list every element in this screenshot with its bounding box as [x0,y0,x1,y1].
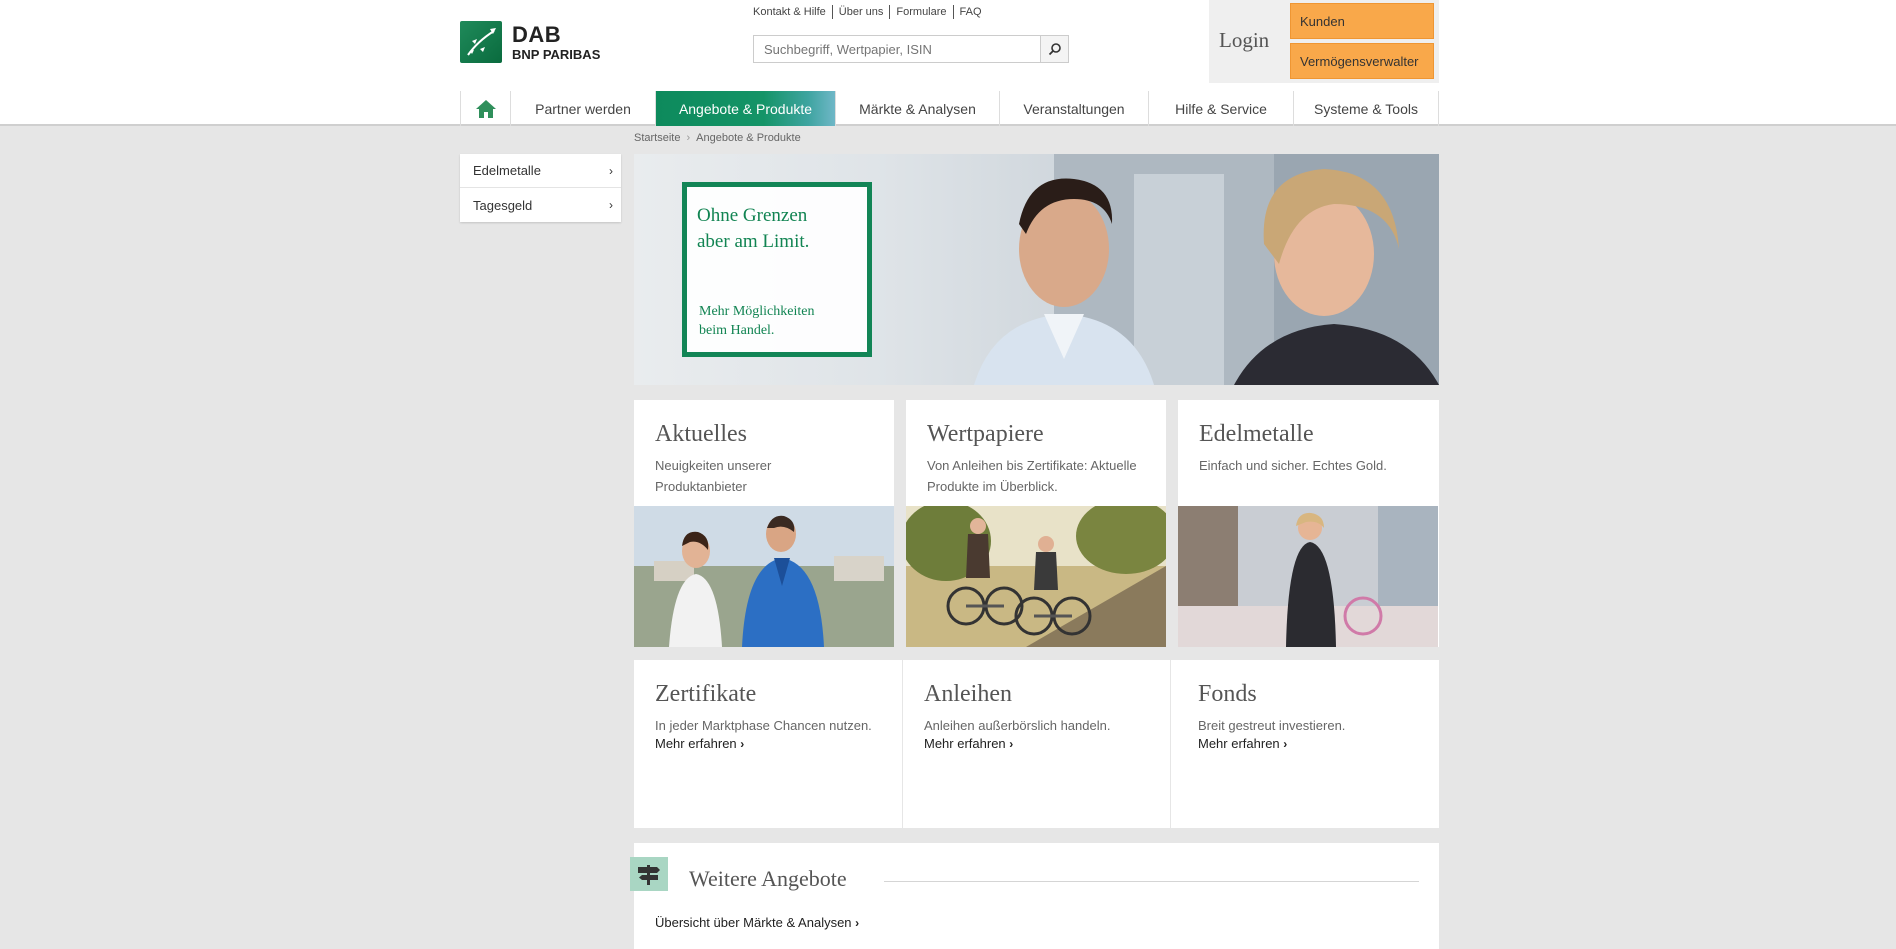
tile-title: Edelmetalle [1199,421,1314,447]
chevron-right-icon: › [609,163,613,178]
tile-zertifikate[interactable]: Zertifikate In jeder Marktphase Chancen … [634,660,902,828]
breadcrumb-startseite[interactable]: Startseite [634,132,680,144]
toplink-formulare[interactable]: Formulare [896,6,946,18]
tile-description: Von Anleihen bis Zertifikate: Aktuelle P… [927,458,1137,494]
nav-home[interactable] [461,91,511,126]
divider [889,5,891,19]
tile-description: Breit gestreut investieren. [1198,718,1346,733]
hero-subtext-line: beim Handel. [699,323,775,338]
login-vermoegensverwalter-button[interactable]: Vermögensverwalter [1290,43,1434,79]
chevron-right-icon: › [686,132,691,144]
search-button[interactable] [1040,36,1068,62]
bnp-stars-icon [460,21,502,63]
home-icon [475,99,496,118]
hero-message-card: Ohne Grenzen aber am Limit. Mehr Möglich… [682,182,872,357]
hero-heading-line: aber am Limit. [697,231,810,252]
sidebar-item-tagesgeld[interactable]: Tagesgeld › [460,188,621,222]
nav-maerkte-analysen[interactable]: Märkte & Analysen [836,91,1000,126]
uebersicht-maerkte-link[interactable]: Übersicht über Märkte & Analysen › [655,915,859,930]
signpost-icon [630,857,668,891]
search-icon [1048,43,1061,56]
divider [831,5,833,19]
sidebar-item-label: Edelmetalle [473,163,541,178]
tile-image [1178,506,1438,647]
nav-systeme-tools[interactable]: Systeme & Tools [1294,91,1439,126]
tile-description: In jeder Marktphase Chancen nutzen. [655,718,872,733]
toplink-ueber-uns[interactable]: Über uns [839,6,884,18]
nav-angebote-produkte[interactable]: Angebote & Produkte [656,91,836,126]
nav-veranstaltungen[interactable]: Veranstaltungen [1000,91,1149,126]
hero-subtext: Mehr Möglichkeiten beim Handel. [699,302,814,340]
hero-subtext-line: Mehr Möglichkeiten [699,304,815,319]
top-links: Kontakt & Hilfe Über uns Formulare FAQ [753,5,982,19]
tile-fonds[interactable]: Fonds Breit gestreut investieren. Mehr e… [1171,660,1439,828]
mehr-erfahren-link[interactable]: Mehr erfahren › [924,736,1013,751]
chevron-right-icon: › [1009,737,1014,751]
tile-image [634,506,894,647]
divider [884,881,1419,882]
login-label: Login [1219,28,1270,52]
sidebar-item-label: Tagesgeld [473,197,533,213]
tile-description: Neuigkeiten unserer Produktanbieter [655,458,772,494]
tile-title: Zertifikate [655,681,757,707]
tile-title: Wertpapiere [927,421,1044,447]
search-box [753,35,1069,63]
tile-wertpapiere[interactable]: Wertpapiere Von Anleihen bis Zertifikate… [906,400,1166,647]
section-title: Weitere Angebote [689,866,847,891]
link-label: Übersicht über Märkte & Analysen [655,915,852,930]
site-header: DAB BNP PARIBAS Kontakt & Hilfe Über uns… [0,0,1896,126]
sidebar: Edelmetalle › Tagesgeld › [460,154,621,222]
login-kunden-button[interactable]: Kunden [1290,3,1434,39]
mehr-erfahren-link[interactable]: Mehr erfahren › [655,736,744,751]
mehr-erfahren-link[interactable]: Mehr erfahren › [1198,736,1287,751]
weitere-angebote-section: Weitere Angebote Übersicht über Märkte &… [630,843,1439,949]
breadcrumb-current: Angebote & Produkte [696,132,801,144]
sidebar-item-edelmetalle[interactable]: Edelmetalle › [460,154,621,188]
search-input[interactable] [754,36,1040,62]
tile-description: Anleihen außerbörslich handeln. [924,718,1111,733]
hero-banner[interactable]: Ohne Grenzen aber am Limit. Mehr Möglich… [634,154,1439,385]
chevron-right-icon: › [1283,737,1288,751]
toplink-faq[interactable]: FAQ [960,6,982,18]
hero-heading-line: Ohne Grenzen [697,205,808,226]
brand-logo[interactable]: DAB BNP PARIBAS [460,21,600,63]
nav-hilfe-service[interactable]: Hilfe & Service [1149,91,1294,126]
breadcrumb: Startseite › Angebote & Produkte [634,132,801,144]
tile-image [906,506,1166,647]
tile-aktuelles[interactable]: Aktuelles Neuigkeiten unserer Produktanb… [634,400,894,647]
tile-anleihen[interactable]: Anleihen Anleihen außerbörslich handeln.… [903,660,1170,828]
login-panel: Login Kunden Vermögensverwalter [1209,0,1439,83]
tile-description: Einfach und sicher. Echtes Gold. [1199,458,1387,473]
hero-heading: Ohne Grenzen aber am Limit. [697,203,809,255]
tile-title: Anleihen [924,681,1012,707]
divider [952,5,954,19]
tile-edelmetalle[interactable]: Edelmetalle Einfach und sicher. Echtes G… [1178,400,1439,647]
toplink-kontakt[interactable]: Kontakt & Hilfe [753,6,826,18]
nav-partner-werden[interactable]: Partner werden [511,91,656,126]
main-nav: Partner werden Angebote & Produkte Märkt… [460,91,1439,126]
tile-title: Aktuelles [655,421,747,447]
link-label: Mehr erfahren [924,736,1006,751]
brand-subname: BNP PARIBAS [512,46,601,62]
tile-title: Fonds [1198,681,1257,707]
brand-name: DAB [512,21,562,47]
link-label: Mehr erfahren [655,736,737,751]
link-label: Mehr erfahren [1198,736,1280,751]
chevron-right-icon: › [740,737,745,751]
chevron-right-icon: › [609,198,613,212]
chevron-right-icon: › [855,916,860,930]
